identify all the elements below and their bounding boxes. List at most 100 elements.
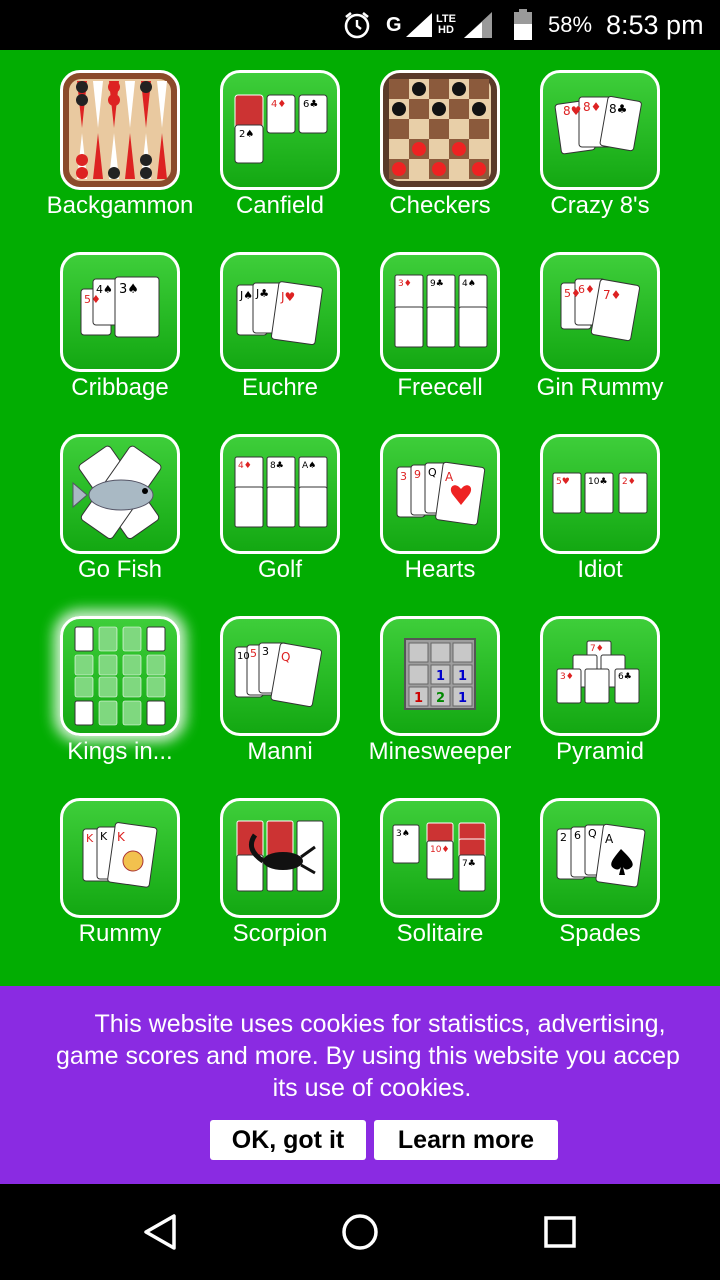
status-bar: G LTE HD 58% 8:53 pm — [0, 0, 720, 50]
app-tile-backgammon[interactable]: Backgammon — [40, 50, 200, 220]
svg-text:2: 2 — [560, 831, 567, 844]
svg-text:8♦: 8♦ — [583, 100, 601, 114]
solitaire-icon: 3♠ 10♦ 7♣ — [380, 798, 500, 918]
app-label: Backgammon — [46, 192, 194, 219]
app-label: Checkers — [389, 192, 491, 219]
freecell-icon: 3♦ 9♣ 4♠ — [380, 252, 500, 372]
app-label: Canfield — [235, 192, 325, 219]
svg-text:5: 5 — [250, 647, 257, 660]
signal-icon — [404, 0, 434, 50]
gin-rummy-icon: 5♦ 6♦ 7♦ — [540, 252, 660, 372]
cookie-message-line: game scores and more. By using this webs… — [56, 1042, 680, 1070]
svg-text:4♠: 4♠ — [462, 279, 476, 289]
kings-in-the-corner-icon — [60, 616, 180, 736]
app-label: Manni — [247, 738, 313, 765]
svg-text:1: 1 — [458, 691, 467, 706]
app-label: Hearts — [404, 556, 476, 583]
svg-text:9: 9 — [414, 468, 421, 481]
svg-text:4♦: 4♦ — [271, 99, 286, 110]
svg-text:10♣: 10♣ — [588, 477, 608, 487]
svg-text:K: K — [100, 830, 108, 843]
app-label: Crazy 8's — [550, 192, 650, 219]
svg-text:7♣: 7♣ — [462, 859, 476, 869]
checkers-icon — [380, 70, 500, 190]
svg-text:A: A — [605, 832, 614, 846]
lte-indicator: LTE HD — [436, 0, 456, 50]
app-label: Idiot — [577, 556, 623, 583]
app-tile-freecell[interactable]: 3♦ 9♣ 4♠ Freecell — [360, 232, 520, 402]
app-tile-rummy[interactable]: KKK Rummy — [40, 778, 200, 948]
svg-text:3: 3 — [262, 645, 269, 658]
app-label: Pyramid — [555, 738, 645, 765]
svg-text:3♠: 3♠ — [396, 829, 410, 839]
app-label: Minesweeper — [368, 738, 512, 765]
svg-text:2♠: 2♠ — [239, 129, 254, 140]
canfield-icon: 4♦ 6♣ 2♠ — [220, 70, 340, 190]
navigation-bar — [0, 1184, 720, 1280]
app-tile-hearts[interactable]: 39QA Hearts — [360, 414, 520, 584]
app-tile-gin-rummy[interactable]: 5♦ 6♦ 7♦ Gin Rummy — [520, 232, 680, 402]
app-tile-golf[interactable]: 4♦ 8♣ A♠ Golf — [200, 414, 360, 584]
app-label: Go Fish — [77, 556, 163, 583]
svg-text:3♦: 3♦ — [560, 672, 574, 682]
svg-text:8♣: 8♣ — [270, 461, 284, 471]
app-tile-kings-in-the-corner[interactable]: Kings in... — [40, 596, 200, 766]
app-tile-manni[interactable]: 10 5 3 Q Manni — [200, 596, 360, 766]
app-label: Cribbage — [71, 374, 169, 401]
ok-got-it-button[interactable]: OK, got it — [210, 1120, 366, 1160]
scorpion-icon — [220, 798, 340, 918]
clock: 8:53 pm — [606, 9, 704, 40]
svg-text:4♦: 4♦ — [238, 461, 252, 471]
svg-text:2♦: 2♦ — [622, 477, 636, 487]
svg-text:6♣: 6♣ — [303, 99, 318, 110]
idiot-icon: 5♥ 10♣ 2♦ — [540, 434, 660, 554]
app-tile-spades[interactable]: 26QA Spades — [520, 778, 680, 948]
svg-text:1: 1 — [436, 669, 445, 684]
svg-text:6♣: 6♣ — [618, 672, 632, 682]
app-tile-solitaire[interactable]: 3♠ 10♦ 7♣ Solitaire — [360, 778, 520, 948]
svg-text:8♣: 8♣ — [609, 102, 627, 116]
rummy-icon: KKK — [60, 798, 180, 918]
svg-text:Q: Q — [281, 650, 290, 664]
app-tile-euchre[interactable]: J♠ J♣ J♥ Euchre — [200, 232, 360, 402]
spades-icon: 26QA — [540, 798, 660, 918]
back-icon[interactable] — [136, 1208, 184, 1256]
cookie-message-line: its use of cookies. — [272, 1074, 472, 1102]
manni-icon: 10 5 3 Q — [220, 616, 340, 736]
app-tile-checkers[interactable]: Checkers — [360, 50, 520, 220]
svg-text:3♠: 3♠ — [119, 282, 139, 297]
svg-text:K: K — [86, 832, 94, 845]
battery-icon — [512, 0, 534, 50]
svg-text:5♥: 5♥ — [556, 477, 570, 487]
svg-text:10: 10 — [237, 651, 250, 662]
app-tile-minesweeper[interactable]: 11 121 Minesweeper — [360, 596, 520, 766]
app-label: Euchre — [241, 374, 319, 401]
signal-icon — [462, 0, 494, 50]
crazy-eights-icon: 8♥ 8♦ 8♣ — [540, 70, 660, 190]
svg-text:4♠: 4♠ — [96, 283, 113, 296]
go-fish-icon — [60, 434, 180, 554]
svg-text:K: K — [117, 830, 126, 844]
app-tile-pyramid[interactable]: 7♦ 3♦ 6♣ Pyramid — [520, 596, 680, 766]
app-tile-idiot[interactable]: 5♥ 10♣ 2♦ Idiot — [520, 414, 680, 584]
learn-more-button[interactable]: Learn more — [374, 1120, 558, 1160]
app-tile-canfield[interactable]: 4♦ 6♣ 2♠ Canfield — [200, 50, 360, 220]
app-tile-go-fish[interactable]: Go Fish — [40, 414, 200, 584]
backgammon-icon — [60, 70, 180, 190]
svg-text:7♦: 7♦ — [590, 644, 604, 654]
hd-label: HD — [438, 24, 454, 36]
svg-text:1: 1 — [458, 669, 467, 684]
cookie-message: This website uses cookies for statistics… — [20, 1008, 720, 1104]
recent-apps-icon[interactable] — [536, 1208, 584, 1256]
app-tile-scorpion[interactable]: Scorpion — [200, 778, 360, 948]
app-tile-crazy-eights[interactable]: 8♥ 8♦ 8♣ Crazy 8's — [520, 50, 680, 220]
svg-text:A: A — [445, 470, 454, 484]
svg-text:Q: Q — [588, 827, 597, 840]
app-label: Solitaire — [396, 920, 484, 947]
app-tile-cribbage[interactable]: 5♦ 4♠ 3♠ Cribbage — [40, 232, 200, 402]
cookie-banner: This website uses cookies for statistics… — [0, 986, 720, 1184]
svg-text:Q: Q — [428, 466, 437, 479]
app-label: Spades — [559, 920, 641, 947]
battery-percentage: 58% — [548, 12, 593, 37]
home-icon[interactable] — [336, 1208, 384, 1256]
